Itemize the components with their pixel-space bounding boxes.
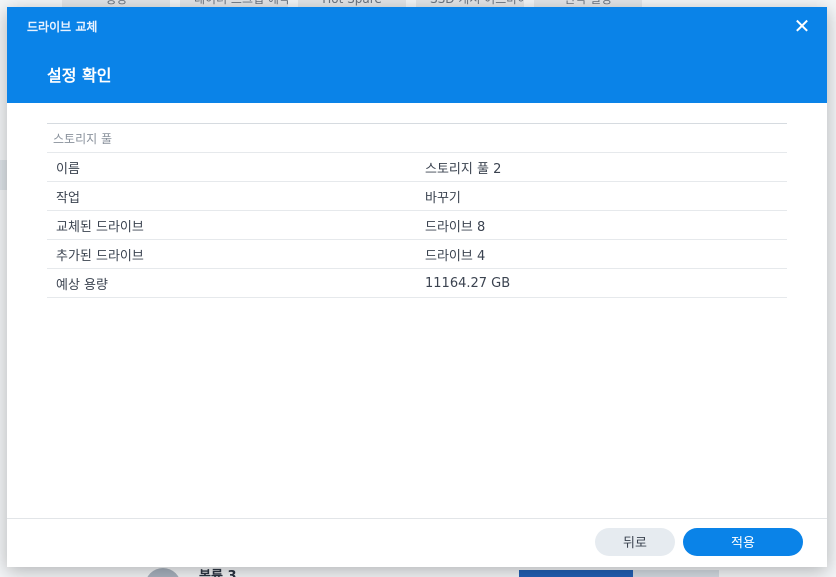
background-usage-bar-fill — [519, 570, 633, 577]
row-key: 작업 — [47, 181, 416, 211]
back-button[interactable]: 뒤로 — [595, 528, 675, 556]
dialog-window-title: 드라이브 교체 — [27, 20, 98, 34]
summary-table: 스토리지 풀 이름 스토리지 풀 2 작업 바꾸기 교체된 드라이브 드라이브 … — [47, 123, 787, 298]
row-key: 예상 용량 — [47, 268, 416, 298]
row-value: 바꾸기 — [416, 181, 787, 211]
table-row: 이름 스토리지 풀 2 — [47, 152, 787, 182]
row-key: 이름 — [47, 152, 416, 182]
row-value: 스토리지 풀 2 — [416, 152, 787, 182]
replace-drive-dialog: 드라이브 교체 ✕ 설정 확인 스토리지 풀 이름 스토리지 풀 2 작업 바꾸… — [7, 7, 827, 567]
dialog-header: 드라이브 교체 ✕ 설정 확인 — [7, 7, 827, 103]
section-title: 스토리지 풀 — [47, 123, 787, 153]
row-value: 드라이브 4 — [416, 239, 787, 269]
dialog-body: 스토리지 풀 이름 스토리지 풀 2 작업 바꾸기 교체된 드라이브 드라이브 … — [7, 103, 827, 518]
background-volume-icon — [145, 568, 181, 577]
apply-button[interactable]: 적용 — [683, 528, 803, 556]
row-key: 교체된 드라이브 — [47, 210, 416, 240]
dialog-footer: 뒤로 적용 — [7, 518, 827, 567]
table-row: 추가된 드라이브 드라이브 4 — [47, 239, 787, 269]
section-header: 스토리지 풀 — [47, 123, 787, 153]
close-icon[interactable]: ✕ — [791, 16, 813, 38]
table-row: 교체된 드라이브 드라이브 8 — [47, 210, 787, 240]
table-row: 예상 용량 11164.27 GB — [47, 268, 787, 298]
row-key: 추가된 드라이브 — [47, 239, 416, 269]
background-usage-bar — [519, 570, 719, 577]
dialog-step-title: 설정 확인 — [47, 66, 112, 85]
row-value: 드라이브 8 — [416, 210, 787, 240]
table-row: 작업 바꾸기 — [47, 181, 787, 211]
row-value: 11164.27 GB — [416, 268, 787, 298]
